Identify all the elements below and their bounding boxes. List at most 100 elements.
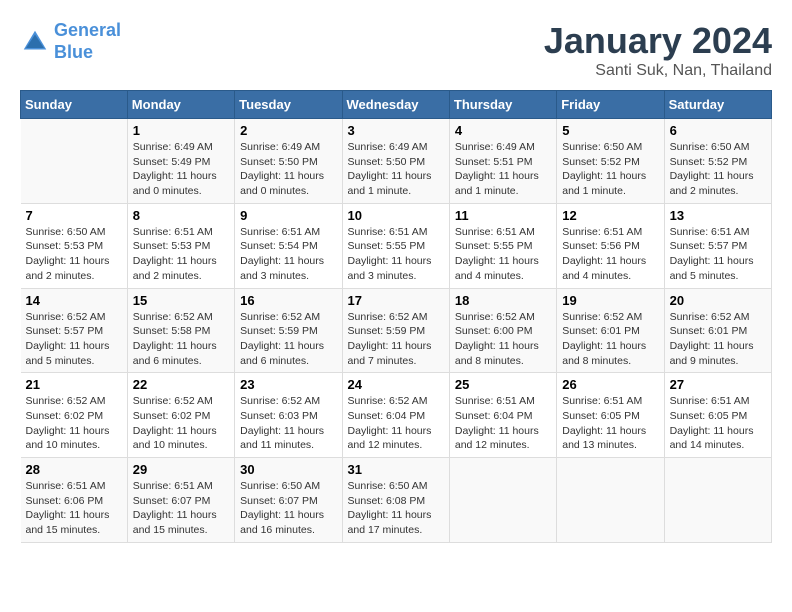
day-number: 6 [670, 123, 766, 138]
calendar-cell: 5Sunrise: 6:50 AMSunset: 5:52 PMDaylight… [557, 119, 664, 204]
day-number: 30 [240, 462, 336, 477]
calendar-cell: 29Sunrise: 6:51 AMSunset: 6:07 PMDayligh… [127, 458, 234, 543]
logo-line1: General [54, 20, 121, 40]
day-number: 10 [348, 208, 444, 223]
calendar-cell: 21 Sunrise: 6:52 AMSunset: 6:02 PMDayligh… [21, 373, 128, 458]
day-info: Sunrise: 6:51 AMSunset: 6:06 PMDaylight:… [26, 479, 122, 538]
calendar-cell: 30 Sunrise: 6:50 AMSunset: 6:07 PMDayligh… [235, 458, 342, 543]
day-number: 4 [455, 123, 551, 138]
page-title: January 2024 [544, 20, 772, 62]
calendar-cell: 9 Sunrise: 6:51 AMSunset: 5:54 PMDaylight… [235, 203, 342, 288]
calendar-cell: 28 Sunrise: 6:51 AMSunset: 6:06 PMDayligh… [21, 458, 128, 543]
day-info: Sunrise: 6:52 AMSunset: 6:02 PMDaylight:… [26, 394, 122, 453]
calendar-cell: 1 Sunrise: 6:49 AMSunset: 5:49 PMDaylight… [127, 119, 234, 204]
day-number: 7 [26, 208, 122, 223]
day-number: 24 [348, 377, 444, 392]
calendar-cell: 22Sunrise: 6:52 AMSunset: 6:02 PMDayligh… [127, 373, 234, 458]
calendar-cell: 12 Sunrise: 6:51 AMSunset: 5:56 PMDayligh… [557, 203, 664, 288]
logo-text: General Blue [54, 20, 121, 63]
calendar-week-row: 7 Sunrise: 6:50 AMSunset: 5:53 PMDaylight… [21, 203, 772, 288]
day-info: Sunrise: 6:49 AMSunset: 5:50 PMDaylight:… [348, 140, 444, 199]
calendar-cell: 18 Sunrise: 6:52 AMSunset: 6:00 PMDayligh… [449, 288, 556, 373]
day-info: Sunrise: 6:50 AMSunset: 5:52 PMDaylight:… [670, 140, 766, 199]
day-number: 20 [670, 293, 766, 308]
calendar-week-row: 28 Sunrise: 6:51 AMSunset: 6:06 PMDayligh… [21, 458, 772, 543]
header-day-thursday: Thursday [449, 91, 556, 119]
day-info: Sunrise: 6:52 AMSunset: 5:59 PMDaylight:… [240, 310, 336, 369]
day-info: Sunrise: 6:51 AMSunset: 5:55 PMDaylight:… [455, 225, 551, 284]
day-number: 1 [133, 123, 229, 138]
calendar-week-row: 14 Sunrise: 6:52 AMSunset: 5:57 PMDayligh… [21, 288, 772, 373]
day-number: 13 [670, 208, 766, 223]
calendar-cell: 15Sunrise: 6:52 AMSunset: 5:58 PMDayligh… [127, 288, 234, 373]
day-info: Sunrise: 6:49 AMSunset: 5:49 PMDaylight:… [133, 140, 229, 199]
logo: General Blue [20, 20, 121, 63]
day-info: Sunrise: 6:51 AMSunset: 6:05 PMDaylight:… [562, 394, 658, 453]
day-info: Sunrise: 6:51 AMSunset: 6:07 PMDaylight:… [133, 479, 229, 538]
day-number: 15 [133, 293, 229, 308]
calendar-cell: 31 Sunrise: 6:50 AMSunset: 6:08 PMDayligh… [342, 458, 449, 543]
day-info: Sunrise: 6:51 AMSunset: 6:05 PMDaylight:… [670, 394, 766, 453]
day-info: Sunrise: 6:50 AMSunset: 6:07 PMDaylight:… [240, 479, 336, 538]
calendar-cell: 25 Sunrise: 6:51 AMSunset: 6:04 PMDayligh… [449, 373, 556, 458]
calendar-week-row: 1 Sunrise: 6:49 AMSunset: 5:49 PMDaylight… [21, 119, 772, 204]
calendar-cell: 3 Sunrise: 6:49 AMSunset: 5:50 PMDaylight… [342, 119, 449, 204]
day-number: 23 [240, 377, 336, 392]
header-day-friday: Friday [557, 91, 664, 119]
logo-line2: Blue [54, 42, 93, 62]
day-number: 14 [26, 293, 122, 308]
title-block: January 2024 Santi Suk, Nan, Thailand [544, 20, 772, 80]
day-number: 21 [26, 377, 122, 392]
day-number: 31 [348, 462, 444, 477]
day-info: Sunrise: 6:51 AMSunset: 6:04 PMDaylight:… [455, 394, 551, 453]
calendar-cell: 11Sunrise: 6:51 AMSunset: 5:55 PMDayligh… [449, 203, 556, 288]
day-info: Sunrise: 6:50 AMSunset: 6:08 PMDaylight:… [348, 479, 444, 538]
day-info: Sunrise: 6:51 AMSunset: 5:56 PMDaylight:… [562, 225, 658, 284]
calendar-cell: 19 Sunrise: 6:52 AMSunset: 6:01 PMDayligh… [557, 288, 664, 373]
day-info: Sunrise: 6:51 AMSunset: 5:54 PMDaylight:… [240, 225, 336, 284]
day-number: 28 [26, 462, 122, 477]
calendar-cell: 13 Sunrise: 6:51 AMSunset: 5:57 PMDayligh… [664, 203, 771, 288]
day-number: 12 [562, 208, 658, 223]
calendar-cell [449, 458, 556, 543]
day-number: 26 [562, 377, 658, 392]
header-day-wednesday: Wednesday [342, 91, 449, 119]
day-number: 19 [562, 293, 658, 308]
day-info: Sunrise: 6:52 AMSunset: 6:00 PMDaylight:… [455, 310, 551, 369]
calendar-cell [664, 458, 771, 543]
day-info: Sunrise: 6:51 AMSunset: 5:57 PMDaylight:… [670, 225, 766, 284]
calendar-cell: 24 Sunrise: 6:52 AMSunset: 6:04 PMDayligh… [342, 373, 449, 458]
day-number: 8 [133, 208, 229, 223]
header-day-tuesday: Tuesday [235, 91, 342, 119]
day-info: Sunrise: 6:50 AMSunset: 5:53 PMDaylight:… [26, 225, 122, 284]
page-header: General Blue January 2024 Santi Suk, Nan… [20, 20, 772, 80]
calendar-cell: 26 Sunrise: 6:51 AMSunset: 6:05 PMDayligh… [557, 373, 664, 458]
calendar-cell [21, 119, 128, 204]
day-number: 22 [133, 377, 229, 392]
day-number: 18 [455, 293, 551, 308]
day-info: Sunrise: 6:52 AMSunset: 5:57 PMDaylight:… [26, 310, 122, 369]
calendar-cell: 2 Sunrise: 6:49 AMSunset: 5:50 PMDaylight… [235, 119, 342, 204]
calendar-cell: 4Sunrise: 6:49 AMSunset: 5:51 PMDaylight… [449, 119, 556, 204]
header-day-saturday: Saturday [664, 91, 771, 119]
day-info: Sunrise: 6:52 AMSunset: 6:01 PMDaylight:… [562, 310, 658, 369]
calendar-week-row: 21 Sunrise: 6:52 AMSunset: 6:02 PMDayligh… [21, 373, 772, 458]
calendar-cell: 6 Sunrise: 6:50 AMSunset: 5:52 PMDaylight… [664, 119, 771, 204]
calendar-cell [557, 458, 664, 543]
day-number: 2 [240, 123, 336, 138]
calendar-cell: 27Sunrise: 6:51 AMSunset: 6:05 PMDayligh… [664, 373, 771, 458]
calendar-cell: 8 Sunrise: 6:51 AMSunset: 5:53 PMDaylight… [127, 203, 234, 288]
page-subtitle: Santi Suk, Nan, Thailand [544, 62, 772, 80]
calendar-table: SundayMondayTuesdayWednesdayThursdayFrid… [20, 90, 772, 543]
header-day-sunday: Sunday [21, 91, 128, 119]
day-info: Sunrise: 6:49 AMSunset: 5:50 PMDaylight:… [240, 140, 336, 199]
calendar-cell: 7 Sunrise: 6:50 AMSunset: 5:53 PMDaylight… [21, 203, 128, 288]
calendar-cell: 16Sunrise: 6:52 AMSunset: 5:59 PMDayligh… [235, 288, 342, 373]
day-info: Sunrise: 6:52 AMSunset: 6:04 PMDaylight:… [348, 394, 444, 453]
day-info: Sunrise: 6:50 AMSunset: 5:52 PMDaylight:… [562, 140, 658, 199]
day-number: 9 [240, 208, 336, 223]
day-number: 3 [348, 123, 444, 138]
day-number: 25 [455, 377, 551, 392]
day-info: Sunrise: 6:51 AMSunset: 5:53 PMDaylight:… [133, 225, 229, 284]
calendar-header-row: SundayMondayTuesdayWednesdayThursdayFrid… [21, 91, 772, 119]
